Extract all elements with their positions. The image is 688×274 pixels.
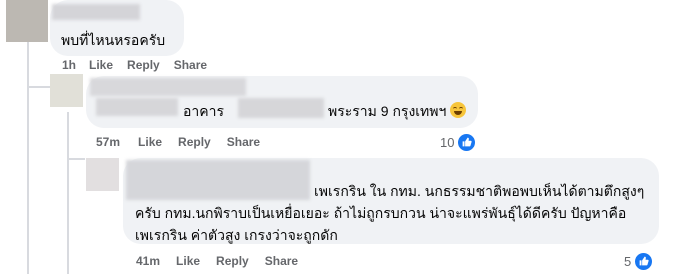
redacted-text (96, 98, 178, 116)
thread-line (67, 158, 85, 160)
reaction-count: 5 (624, 253, 632, 269)
comment-text: เพเรกริน ใน กทม. นกธรรมชาติพอพบเห็นได้ตา… (314, 183, 645, 199)
avatar[interactable] (86, 158, 119, 191)
avatar[interactable] (6, 0, 48, 42)
reply-button[interactable]: Reply (178, 135, 211, 149)
reply-button[interactable]: Reply (216, 254, 249, 268)
share-button[interactable]: Share (227, 135, 260, 149)
thumbs-up-icon (634, 251, 654, 271)
reply-button[interactable]: Reply (127, 58, 160, 72)
comment-text: เพเรกริน ค่าตัวสูง เกรงว่าจะถูกดัก (135, 227, 338, 243)
avatar[interactable] (50, 74, 83, 107)
comment-text-part: พระราม 9 กรุงเทพฯ (328, 103, 447, 119)
thread-line (27, 86, 51, 88)
comment-actions: 57m Like Reply Share (96, 134, 260, 150)
reaction-summary[interactable]: 5 (624, 251, 654, 271)
comment-time[interactable]: 1h (62, 58, 76, 72)
like-button[interactable]: Like (176, 254, 200, 268)
share-button[interactable]: Share (174, 58, 207, 72)
comment-text: พระราม 9 กรุงเทพฯ (328, 101, 467, 121)
redacted-author-name[interactable] (90, 78, 246, 96)
thumbs-up-icon (457, 132, 477, 152)
share-button[interactable]: Share (265, 254, 298, 268)
redacted-text (238, 98, 324, 118)
like-button[interactable]: Like (89, 58, 113, 72)
comment-time[interactable]: 41m (136, 254, 160, 268)
comment-text: อาคาร (183, 103, 225, 119)
comment-actions: 41m Like Reply Share (136, 253, 298, 269)
comment-actions: 1h Like Reply Share (62, 57, 207, 73)
redacted-author-name[interactable] (52, 4, 140, 20)
comment-text: พบที่ไหนหรอครับ (61, 32, 166, 48)
comment-time[interactable]: 57m (96, 135, 120, 149)
like-button[interactable]: Like (138, 135, 162, 149)
reaction-summary[interactable]: 10 (440, 132, 477, 152)
comment-text: ครับ กทม.นกพิราบเป็นเหยื่อเยอะ ถ้าไม่ถูก… (135, 205, 627, 221)
thread-line (67, 112, 69, 274)
thread-line (27, 42, 29, 274)
reaction-count: 10 (440, 134, 455, 150)
redacted-author-name[interactable] (126, 160, 310, 200)
grinning-face-emoji (450, 102, 467, 118)
